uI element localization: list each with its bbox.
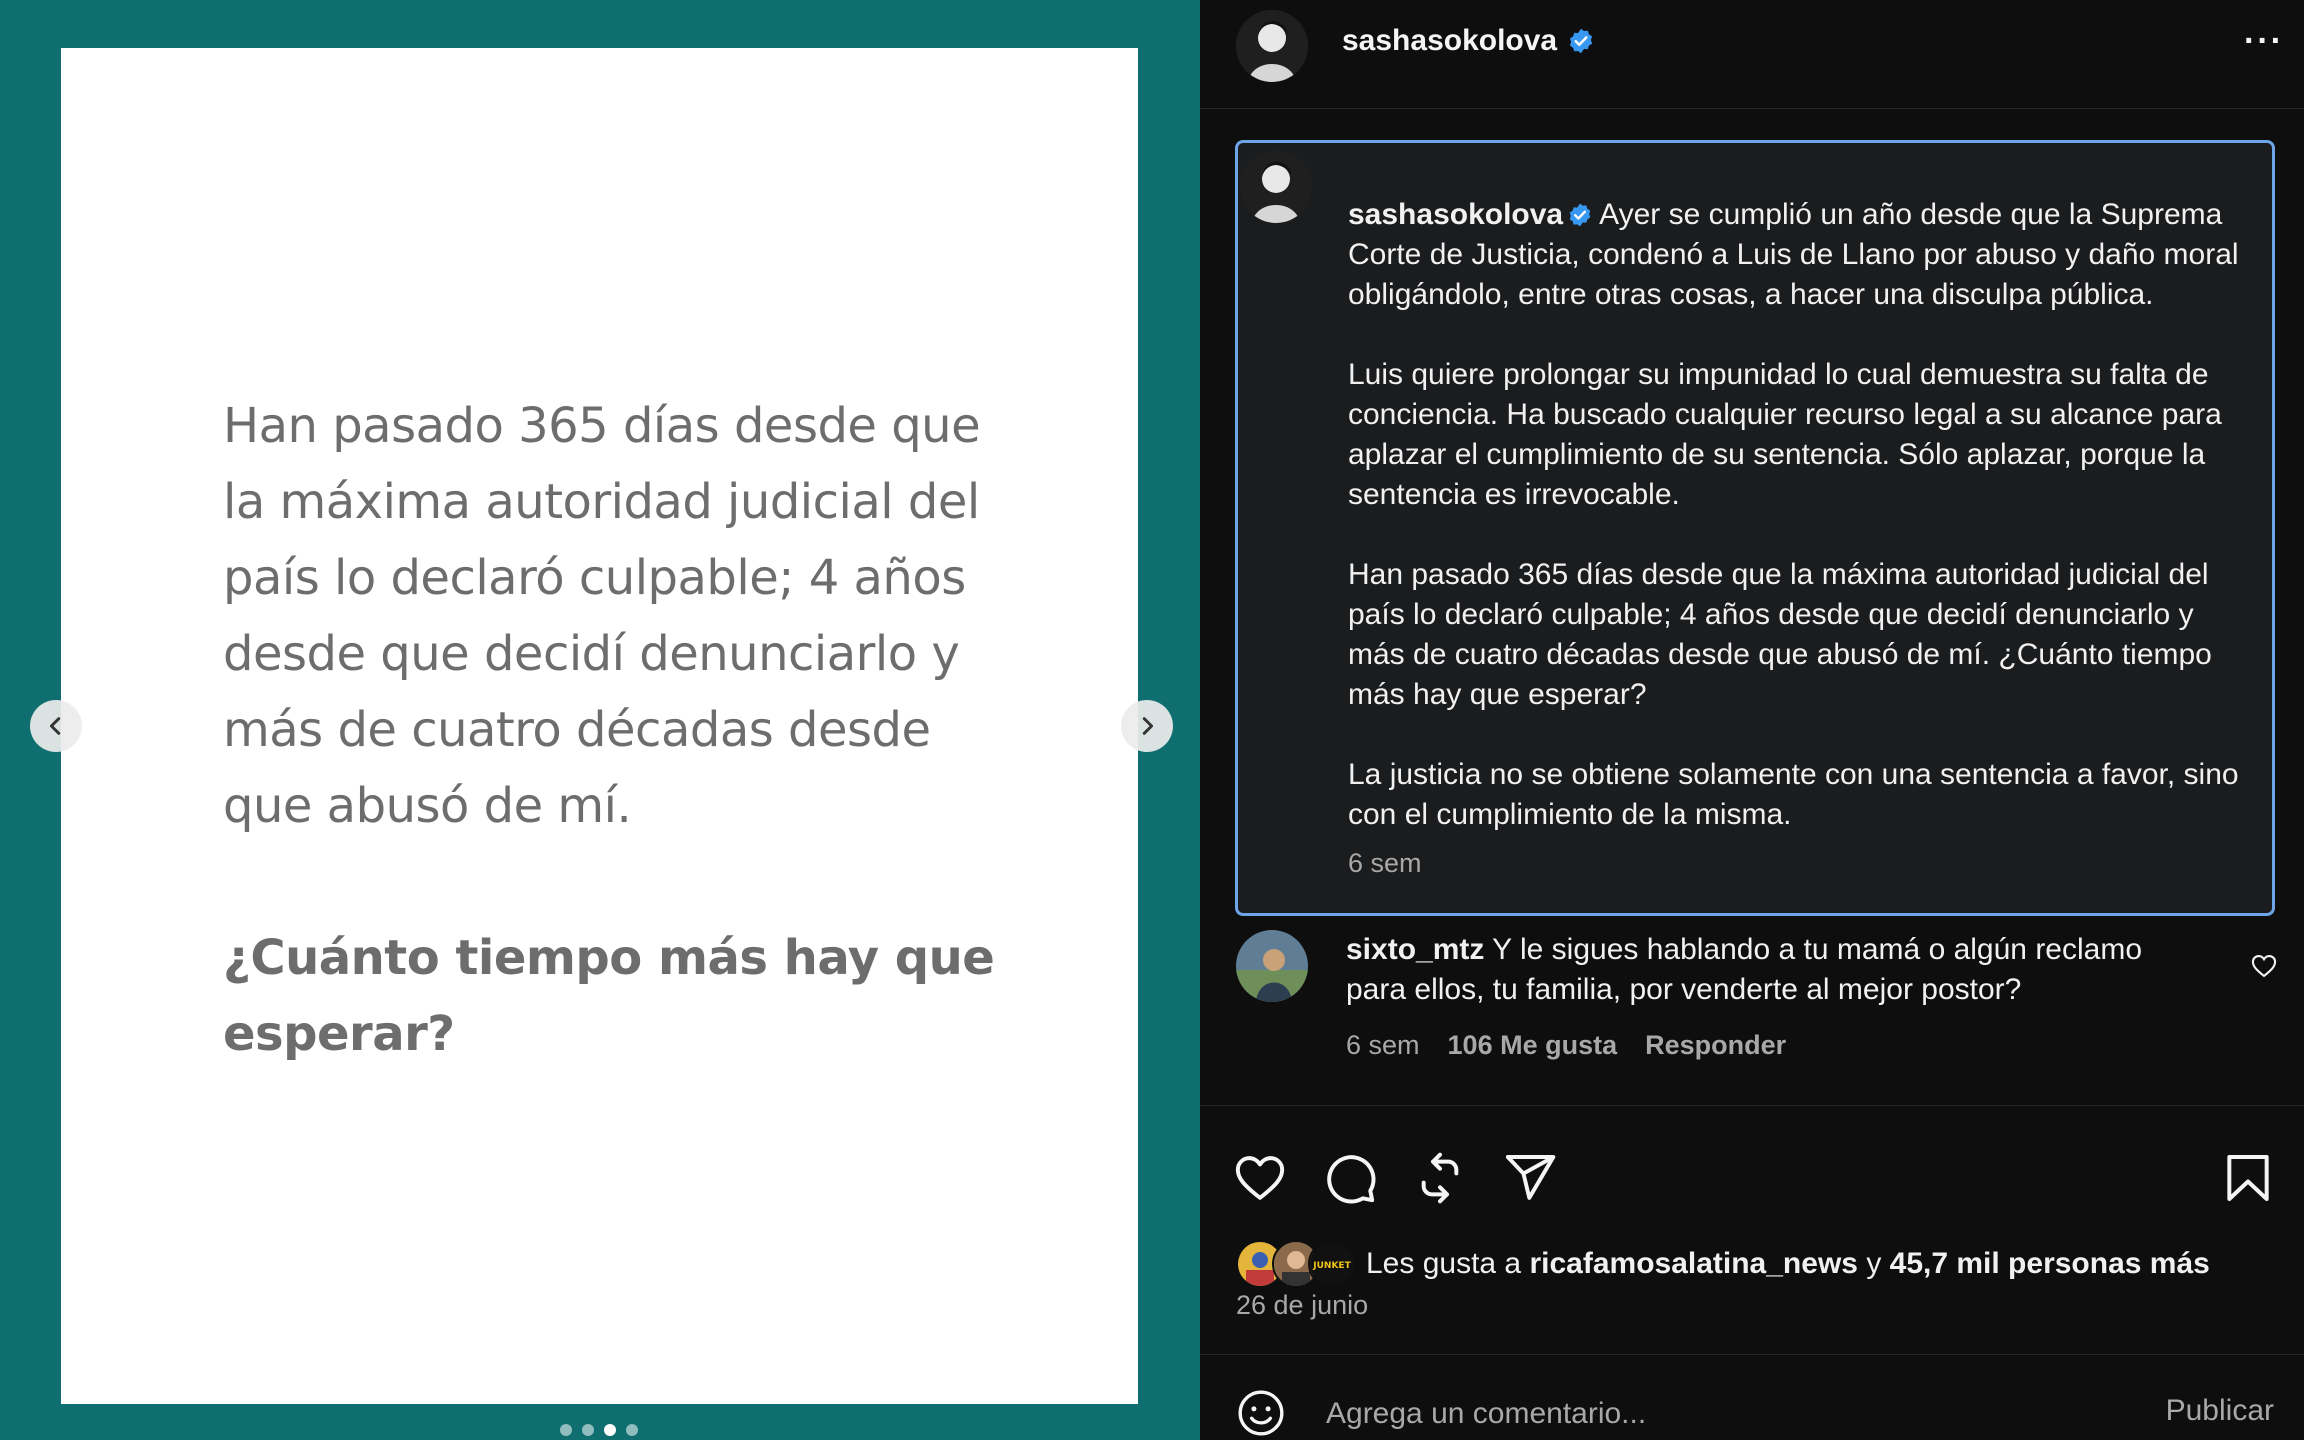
share-button[interactable] bbox=[1502, 1150, 1558, 1206]
caption-avatar[interactable] bbox=[1240, 151, 1312, 223]
verified-badge-icon bbox=[1567, 27, 1595, 55]
likes-user[interactable]: ricafamosalatina_news bbox=[1529, 1247, 1858, 1281]
likes-others[interactable]: 45,7 mil personas más bbox=[1890, 1247, 2210, 1281]
comment-likes[interactable]: 106 Me gusta bbox=[1448, 1030, 1618, 1061]
comment-username[interactable]: sixto_mtz bbox=[1346, 933, 1484, 966]
liker-avatar[interactable]: JUNKET bbox=[1308, 1240, 1356, 1288]
more-options-button[interactable]: ··· bbox=[2244, 22, 2284, 61]
divider bbox=[1200, 1354, 2304, 1355]
caption-paragraph: La justicia no se obtiene solamente con … bbox=[1348, 758, 2239, 831]
slide-paragraph: Han pasado 365 días desde que la máxima … bbox=[223, 398, 981, 834]
comment-icon bbox=[1327, 1155, 1376, 1204]
caption-timestamp[interactable]: 6 sem bbox=[1348, 848, 1422, 879]
likes-prefix: Les gusta a bbox=[1366, 1247, 1522, 1280]
bookmark-icon bbox=[2227, 1155, 2269, 1201]
post-panel: sashasokolova ··· sashasokolova Ayer se c… bbox=[1200, 0, 2304, 1440]
carousel-dots bbox=[560, 1424, 638, 1436]
heart-icon bbox=[1235, 1156, 1285, 1200]
author-avatar[interactable] bbox=[1236, 10, 1308, 82]
carousel-dot[interactable] bbox=[560, 1424, 572, 1436]
slide-text: Han pasado 365 días desde que la máxima … bbox=[223, 388, 1003, 1072]
carousel-dot[interactable] bbox=[582, 1424, 594, 1436]
reply-button[interactable]: Responder bbox=[1645, 1030, 1786, 1061]
slide-question: ¿Cuánto tiempo más hay que esperar? bbox=[223, 930, 995, 1062]
repost-button[interactable] bbox=[1412, 1150, 1468, 1206]
caption-text: sashasokolova Ayer se cumplió un año desd… bbox=[1348, 155, 2253, 875]
junket-logo-text: JUNKET bbox=[1312, 1261, 1351, 1271]
divider bbox=[1200, 1105, 2304, 1106]
repost-icon bbox=[1421, 1152, 1459, 1204]
author-username[interactable]: sashasokolova bbox=[1342, 24, 1557, 58]
publish-button[interactable]: Publicar bbox=[2166, 1394, 2274, 1428]
carousel-dot-active[interactable] bbox=[604, 1424, 616, 1436]
caption-paragraph: Han pasado 365 días desde que la máxima … bbox=[1348, 558, 2212, 711]
author-name[interactable]: sashasokolova bbox=[1342, 24, 1595, 58]
comment-heart-icon[interactable] bbox=[2250, 952, 2278, 980]
carousel-prev-button[interactable] bbox=[30, 700, 82, 752]
share-icon bbox=[1505, 1155, 1556, 1200]
verified-badge-icon bbox=[1567, 199, 1593, 227]
caption: sashasokolova Ayer se cumplió un año desd… bbox=[1235, 140, 2275, 916]
chevron-left-icon bbox=[49, 717, 61, 735]
caption-paragraph: Luis quiere prolongar su impunidad lo cu… bbox=[1348, 358, 2222, 511]
media-panel: Han pasado 365 días desde que la máxima … bbox=[0, 0, 1200, 1440]
comment-meta: 6 sem 106 Me gusta Responder bbox=[1346, 1030, 1786, 1061]
commenter-avatar[interactable] bbox=[1236, 930, 1308, 1002]
likes-middle: y bbox=[1866, 1247, 1882, 1280]
comment-input[interactable] bbox=[1324, 1390, 2088, 1438]
post-date[interactable]: 26 de junio bbox=[1236, 1290, 1368, 1321]
emoji-icon[interactable] bbox=[1236, 1388, 1286, 1438]
divider bbox=[1200, 108, 2304, 109]
comment-button[interactable] bbox=[1322, 1150, 1378, 1206]
comment-timestamp[interactable]: 6 sem bbox=[1346, 1030, 1420, 1061]
comment-text: sixto_mtz Y le sigues hablando a tu mamá… bbox=[1346, 930, 2226, 1010]
carousel-next-button[interactable] bbox=[1121, 700, 1173, 752]
like-button[interactable] bbox=[1232, 1150, 1288, 1206]
chevron-right-icon bbox=[1142, 717, 1154, 735]
likes-summary: JUNKET Les gusta a ricafamosalatina_news… bbox=[1236, 1240, 2210, 1288]
carousel-slide: Han pasado 365 días desde que la máxima … bbox=[61, 48, 1138, 1404]
liker-avatars[interactable]: JUNKET bbox=[1236, 1240, 1356, 1288]
caption-username[interactable]: sashasokolova bbox=[1348, 198, 1563, 231]
save-button[interactable] bbox=[2220, 1150, 2276, 1206]
carousel-dot[interactable] bbox=[626, 1424, 638, 1436]
